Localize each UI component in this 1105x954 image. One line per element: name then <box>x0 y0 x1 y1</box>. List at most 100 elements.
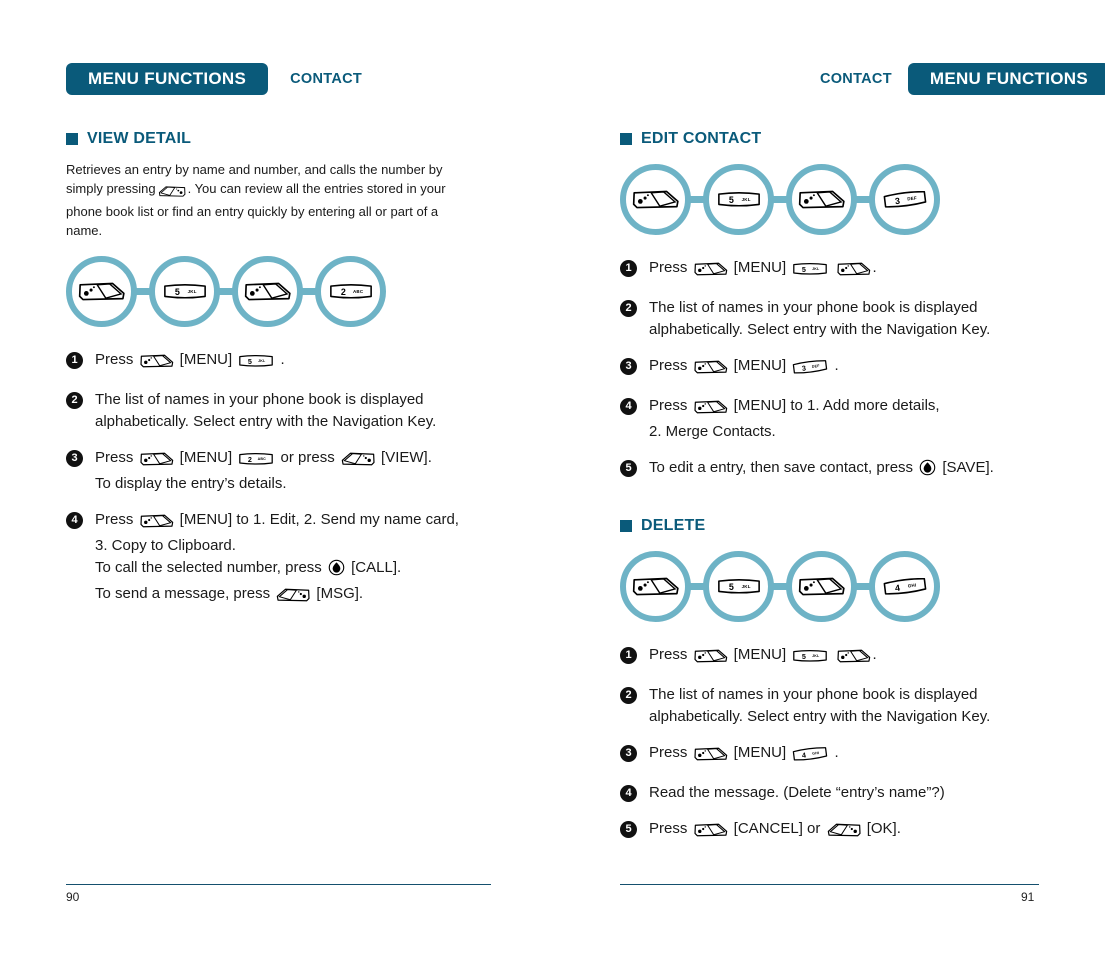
menu-key-icon <box>836 261 871 283</box>
key-sequence-node <box>786 164 857 235</box>
step-list: 1 Press [MENU] 5 JKL . 2 The list of names i… <box>620 644 1090 844</box>
section-title: DELETE <box>641 517 706 534</box>
key-sequence-node <box>620 551 691 622</box>
key-5-jkl-icon: 5 JKL <box>717 579 760 594</box>
intro-line: simply pressing. You can review all the … <box>66 179 486 202</box>
key-sequence-node: 3 DEF <box>869 164 940 235</box>
section-intro: Retrieves an entry by name and number, a… <box>66 160 486 240</box>
key-4-ghi-icon: 4 GHI <box>883 578 926 595</box>
manual-spread: MENU FUNCTIONS CONTACT VIEW DETAIL Retrie… <box>0 0 1105 954</box>
step-list: 1 Press [MENU] 5 JKL . 2 The list of names i… <box>620 257 1090 483</box>
left-page-sections: VIEW DETAIL Retrieves an entry by name an… <box>66 130 536 623</box>
key-5-jkl-icon: 5 JKL <box>717 192 760 207</box>
svg-text:JKL: JKL <box>812 654 820 658</box>
step-item: 3 Press [MENU] 4 GHI . <box>620 742 1090 768</box>
menu-key-icon <box>693 399 728 421</box>
key-sequence-node: 5 JKL <box>703 164 774 235</box>
step-line: To send a message, press [MSG]. <box>95 583 459 609</box>
step-line: Press [MENU] 5 JKL . <box>649 257 877 283</box>
key-4-ghi-icon: 4 GHI <box>792 746 828 768</box>
step-item: 1 Press [MENU] 5 JKL . <box>620 257 1090 283</box>
send-key-icon <box>827 822 861 844</box>
key-sequence-node <box>786 551 857 622</box>
right-page-sections: EDIT CONTACT 5 JKL 3 DEF 1 Press [MENU] 5 JKL .… <box>620 130 1090 858</box>
key-5-jkl-icon: 5 JKL <box>163 284 206 299</box>
step-number: 2 <box>620 687 637 704</box>
menu-key-icon <box>693 261 728 283</box>
intro-line: phone book list or find an entry quickly… <box>66 204 439 219</box>
menu-key-icon <box>798 190 845 209</box>
svg-text:JKL: JKL <box>741 197 750 202</box>
send-key-icon <box>341 451 375 473</box>
svg-text:5: 5 <box>728 582 733 592</box>
step-number: 4 <box>66 512 83 529</box>
right-header-badge: MENU FUNCTIONS <box>907 63 1105 95</box>
step-item: 5 Press [CANCEL] or [OK]. <box>620 818 1090 844</box>
svg-text:5: 5 <box>728 195 733 205</box>
step-text: The list of names in your phone book is … <box>649 297 990 341</box>
step-line: alphabetically. Select entry with the Na… <box>95 413 437 430</box>
right-page-header: CONTACT MENU FUNCTIONS <box>820 63 1105 95</box>
section-bullet-icon <box>66 133 78 145</box>
key-sequence-node: 2 ABC <box>315 256 386 327</box>
left-page-header: MENU FUNCTIONS CONTACT <box>66 63 362 95</box>
step-number: 3 <box>620 358 637 375</box>
key-5-jkl-icon: 5 JKL <box>792 648 828 670</box>
menu-key-icon <box>139 353 174 375</box>
section-heading: VIEW DETAIL <box>66 130 536 148</box>
key-3-def-icon: 3 DEF <box>883 191 926 208</box>
step-item: 1 Press [MENU] 5 JKL . <box>66 349 536 375</box>
step-line: Press [MENU] 3 DEF . <box>649 355 839 381</box>
step-number: 3 <box>66 450 83 467</box>
step-line: Press [MENU] to 1. Edit, 2. Send my name… <box>95 509 459 535</box>
step-number: 5 <box>620 821 637 838</box>
step-line: To edit a entry, then save contact, pres… <box>649 457 994 483</box>
step-number: 2 <box>620 300 637 317</box>
menu-key-icon <box>632 577 679 596</box>
key-sequence-node: 5 JKL <box>149 256 220 327</box>
power-key-icon <box>919 459 936 483</box>
step-text: Press [CANCEL] or [OK]. <box>649 818 901 844</box>
power-key-icon <box>328 559 345 583</box>
section-bullet-icon <box>620 520 632 532</box>
left-page: MENU FUNCTIONS CONTACT VIEW DETAIL Retrie… <box>66 0 556 954</box>
step-item: 2 The list of names in your phone book is… <box>66 389 536 433</box>
step-line: Read the message. (Delete “entry’s name”… <box>649 784 945 801</box>
menu-key-icon <box>693 648 728 670</box>
key-5-jkl-icon: 5 JKL <box>238 353 274 375</box>
svg-text:2: 2 <box>248 455 252 464</box>
key-sequence-diagram: 5 JKL 4 GHI <box>620 551 1090 622</box>
menu-key-icon <box>139 451 174 473</box>
step-line: Press [MENU] 5 JKL . <box>95 349 285 375</box>
svg-text:JKL: JKL <box>187 289 196 294</box>
key-5-jkl-icon: 5 JKL <box>792 261 828 283</box>
step-number: 1 <box>620 647 637 664</box>
step-item: 1 Press [MENU] 5 JKL . <box>620 644 1090 670</box>
svg-text:JKL: JKL <box>812 267 820 271</box>
svg-text:5: 5 <box>802 265 806 274</box>
menu-key-icon <box>693 359 728 381</box>
section-heading: EDIT CONTACT <box>620 130 1090 148</box>
section-bullet-icon <box>620 133 632 145</box>
step-item: 3 Press [MENU] 2 ABC or press [VIEW]. To di… <box>66 447 536 495</box>
step-item: 4 Press [MENU] to 1. Add more details, 2. … <box>620 395 1090 443</box>
step-number: 4 <box>620 398 637 415</box>
key-3-def-icon: 3 DEF <box>792 359 828 381</box>
right-footer-rule <box>620 884 1039 885</box>
step-text: Press [MENU] 2 ABC or press [VIEW]. To dis… <box>95 447 432 495</box>
menu-key-icon <box>78 282 125 301</box>
key-sequence-diagram: 5 JKL 2 ABC <box>66 256 536 327</box>
svg-text:JKL: JKL <box>741 584 750 589</box>
step-item: 4 Read the message. (Delete “entry’s name… <box>620 782 1090 804</box>
step-line: The list of names in your phone book is … <box>649 299 978 316</box>
step-number: 4 <box>620 785 637 802</box>
step-text: Press [MENU] to 1. Add more details, 2. M… <box>649 395 940 443</box>
intro-line: Retrieves an entry by name and number, a… <box>66 162 443 177</box>
step-list: 1 Press [MENU] 5 JKL . 2 The list of names i… <box>66 349 536 609</box>
step-number: 2 <box>66 392 83 409</box>
step-line: The list of names in your phone book is … <box>649 686 978 703</box>
step-text: Press [MENU] to 1. Edit, 2. Send my name… <box>95 509 459 609</box>
menu-key-icon <box>139 513 174 535</box>
step-line: 3. Copy to Clipboard. <box>95 537 236 554</box>
key-sequence-diagram: 5 JKL 3 DEF <box>620 164 1090 235</box>
